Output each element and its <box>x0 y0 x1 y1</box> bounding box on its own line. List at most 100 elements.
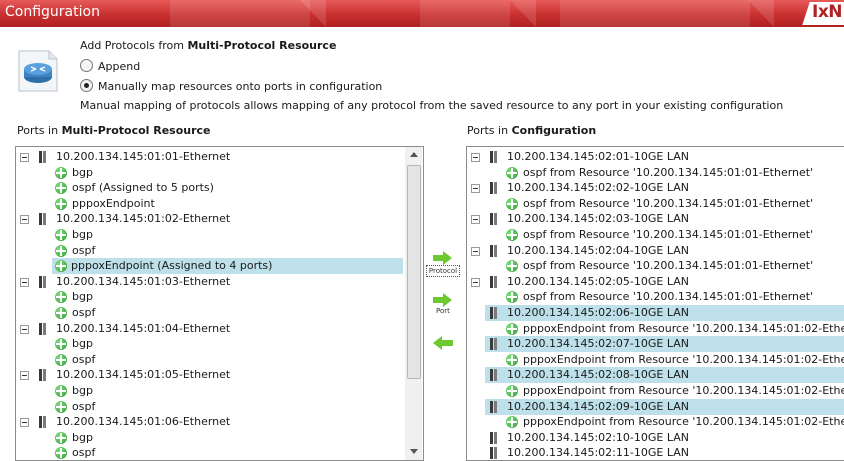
port-icon <box>38 213 48 226</box>
collapse-toggle-icon[interactable] <box>471 277 480 287</box>
protocol-tree-row[interactable]: ospf <box>16 399 403 415</box>
port-icon <box>38 275 48 288</box>
row-label: ospf from Resource '10.200.134.145:01:01… <box>523 259 814 273</box>
protocol-tree-row[interactable]: ospf from Resource '10.200.134.145:01:01… <box>467 227 844 243</box>
map-protocol-button[interactable]: Protocol <box>426 251 460 277</box>
collapse-toggle-icon[interactable] <box>20 215 29 225</box>
protocol-tree-row[interactable]: ospf from Resource '10.200.134.145:01:01… <box>467 289 844 305</box>
row-label: pppoxEndpoint from Resource '10.200.134.… <box>523 321 844 335</box>
protocol-tree-row[interactable]: ospf from Resource '10.200.134.145:01:01… <box>467 165 844 181</box>
protocol-tree-row[interactable]: ospf <box>16 305 403 321</box>
left-label-prefix: Ports in <box>17 124 62 137</box>
protocol-tree-row[interactable]: ospf <box>16 445 403 460</box>
collapse-toggle-icon[interactable] <box>471 153 480 162</box>
protocol-tree-row[interactable]: bgp <box>16 430 403 446</box>
row-label: 10.200.134.145:01:01-Ethernet <box>56 150 231 163</box>
protocol-icon <box>506 166 518 179</box>
port-tree-row[interactable]: 10.200.134.145:02:04-10GE LAN <box>467 243 844 259</box>
port-tree-row[interactable]: 10.200.134.145:01:03-Ethernet <box>16 274 403 290</box>
port-tree-row[interactable]: 10.200.134.145:02:03-10GE LAN <box>467 211 844 227</box>
protocol-tree-row[interactable]: ospf from Resource '10.200.134.145:01:01… <box>467 196 844 212</box>
protocol-icon <box>55 244 67 257</box>
collapse-toggle-icon[interactable] <box>471 246 480 256</box>
protocol-tree-row[interactable]: bgp <box>16 289 403 305</box>
append-radio[interactable] <box>80 59 93 72</box>
scroll-up-arrow-icon[interactable] <box>410 152 418 157</box>
title-bar: Configuration IxN <box>0 0 844 27</box>
right-label-bold: Configuration <box>511 124 597 137</box>
protocol-tree-row[interactable]: ospf (Assigned to 5 ports) <box>16 180 403 196</box>
port-tree-row[interactable]: 10.200.134.145:01:01-Ethernet <box>16 149 403 165</box>
protocol-tree-row[interactable]: bgp <box>16 383 403 399</box>
left-scrollbar[interactable] <box>405 147 422 460</box>
right-label-prefix: Ports in <box>467 124 512 137</box>
protocol-tree-row[interactable]: pppoxEndpoint (Assigned to 4 ports) <box>52 258 403 275</box>
append-radio-option[interactable]: Append <box>80 59 140 73</box>
collapse-toggle-icon[interactable] <box>20 324 29 334</box>
protocol-tree-row[interactable]: pppoxEndpoint from Resource '10.200.134.… <box>467 352 844 368</box>
protocol-tree-row[interactable]: ospf <box>16 352 403 368</box>
port-tree-row[interactable]: 10.200.134.145:02:09-10GE LAN <box>485 398 844 415</box>
protocol-tree-row[interactable]: bgp <box>16 165 403 181</box>
protocol-icon <box>55 353 67 366</box>
manual-map-radio-option[interactable]: Manually map resources onto ports in con… <box>80 79 382 93</box>
port-tree-row[interactable]: 10.200.134.145:01:06-Ethernet <box>16 414 403 430</box>
port-tree-row[interactable]: 10.200.134.145:02:10-10GE LAN <box>467 430 844 446</box>
row-label: 10.200.134.145:02:02-10GE LAN <box>507 181 689 195</box>
row-label: 10.200.134.145:02:03-10GE LAN <box>507 212 689 226</box>
row-label: ospf <box>72 352 96 366</box>
row-label: bgp <box>72 337 93 351</box>
configuration-port-tree[interactable]: 10.200.134.145:02:01-10GE LAN ospf from R… <box>466 146 844 461</box>
row-label: bgp <box>72 384 93 397</box>
left-scroll-thumb[interactable] <box>407 165 421 379</box>
port-tree-row[interactable]: 10.200.134.145:02:02-10GE LAN <box>467 180 844 196</box>
protocol-tree-row[interactable]: ospf from Resource '10.200.134.145:01:01… <box>467 258 844 274</box>
row-label: 10.200.134.145:02:07-10GE LAN <box>507 337 689 351</box>
protocol-icon <box>55 338 67 351</box>
port-tree-row[interactable]: 10.200.134.145:02:11-10GE LAN <box>467 445 844 460</box>
protocol-icon <box>55 291 67 304</box>
protocol-tree-row[interactable]: ospf <box>16 243 403 259</box>
scroll-down-arrow-icon[interactable] <box>410 449 418 454</box>
port-tree-row[interactable]: 10.200.134.145:02:08-10GE LAN <box>485 367 844 384</box>
collapse-toggle-icon[interactable] <box>20 277 29 287</box>
port-tree-row[interactable]: 10.200.134.145:01:05-Ethernet <box>16 367 403 383</box>
row-label: pppoxEndpoint from Resource '10.200.134.… <box>523 384 844 397</box>
collapse-toggle-icon[interactable] <box>471 215 480 225</box>
protocol-tree-row[interactable]: pppoxEndpoint from Resource '10.200.134.… <box>467 414 844 430</box>
window-title: Configuration <box>5 4 100 20</box>
row-label: 10.200.134.145:02:11-10GE LAN <box>507 446 689 460</box>
port-tree-row[interactable]: 10.200.134.145:01:02-Ethernet <box>16 211 403 227</box>
protocol-tree-row[interactable]: pppoxEndpoint <box>16 196 403 212</box>
collapse-toggle-icon[interactable] <box>20 153 29 162</box>
port-tree-row[interactable]: 10.200.134.145:01:04-Ethernet <box>16 321 403 337</box>
mapping-description: Manual mapping of protocols allows mappi… <box>80 99 784 112</box>
map-protocol-arrow-icon <box>433 251 453 265</box>
port-tree-row[interactable]: 10.200.134.145:02:06-10GE LAN <box>485 305 844 321</box>
collapse-toggle-icon[interactable] <box>20 418 29 428</box>
row-label: pppoxEndpoint <box>72 196 155 210</box>
map-port-button[interactable]: Port <box>426 293 460 315</box>
collapse-toggle-icon[interactable] <box>20 371 29 381</box>
port-tree-row[interactable]: 10.200.134.145:02:07-10GE LAN <box>485 336 844 353</box>
port-tree-row[interactable]: 10.200.134.145:02:05-10GE LAN <box>467 274 844 290</box>
unmap-button[interactable] <box>426 336 460 350</box>
heading-bold: Multi-Protocol Resource <box>187 39 337 52</box>
protocol-icon <box>506 197 518 210</box>
protocol-tree-row[interactable]: bgp <box>16 336 403 352</box>
port-icon <box>489 400 499 413</box>
port-tree-row[interactable]: 10.200.134.145:02:01-10GE LAN <box>467 149 844 165</box>
manual-map-radio[interactable] <box>80 79 93 92</box>
protocol-icon <box>55 431 67 444</box>
resource-port-tree[interactable]: 10.200.134.145:01:01-Ethernet bgp ospf (As… <box>15 146 424 461</box>
row-label: ospf from Resource '10.200.134.145:01:01… <box>523 228 814 241</box>
row-label: 10.200.134.145:01:02-Ethernet <box>56 212 231 226</box>
protocol-tree-row[interactable]: pppoxEndpoint from Resource '10.200.134.… <box>467 383 844 399</box>
collapse-toggle-icon[interactable] <box>471 184 480 194</box>
row-label: ospf from Resource '10.200.134.145:01:01… <box>523 165 814 179</box>
append-label: Append <box>98 60 141 73</box>
ixn-logo-text: IxN <box>812 2 843 22</box>
protocol-tree-row[interactable]: pppoxEndpoint from Resource '10.200.134.… <box>467 321 844 337</box>
protocol-icon <box>55 447 67 460</box>
protocol-tree-row[interactable]: bgp <box>16 227 403 243</box>
